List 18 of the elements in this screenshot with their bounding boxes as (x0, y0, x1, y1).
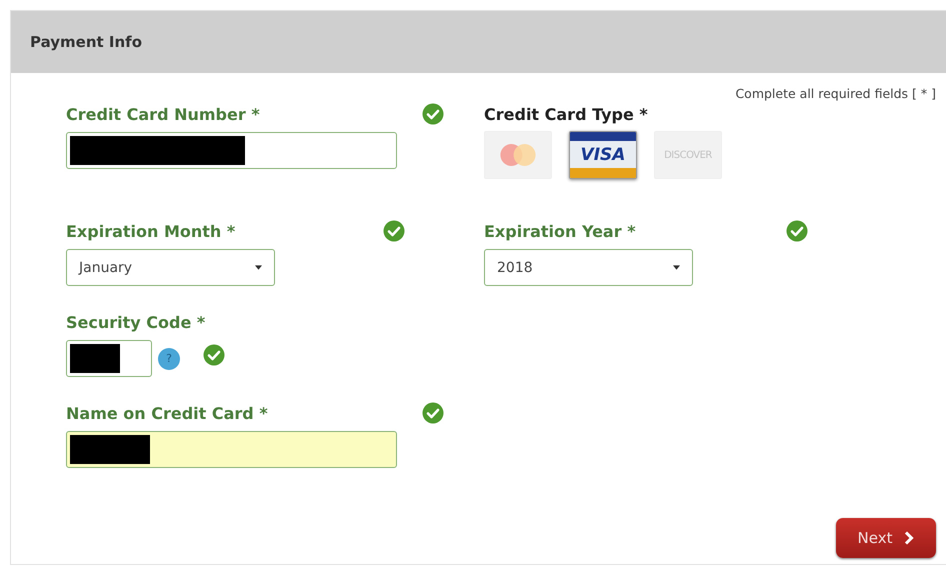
dropdown[interactable]: 2018 (484, 249, 693, 286)
caret-icon (255, 265, 262, 270)
field-label: Security Code * (66, 312, 206, 332)
required-note: Complete all required fields [ * ] (735, 86, 936, 101)
field-label: Name on Credit Card * (66, 404, 268, 422)
input-field[interactable] (66, 340, 152, 377)
next-button[interactable]: Next (836, 518, 936, 558)
field-label: Credit Card Type * (484, 104, 648, 124)
caret-icon (673, 265, 680, 270)
dropdown[interactable]: January (66, 249, 275, 286)
panel-title: Payment Info (30, 33, 142, 51)
field-label: Expiration Year * (484, 222, 636, 240)
input-field[interactable] (66, 431, 397, 468)
field-label: Credit Card Number * (66, 104, 260, 124)
input-field[interactable] (66, 132, 397, 169)
field-label: Expiration Month * (66, 222, 236, 240)
chevron-icon (904, 531, 914, 545)
card-logo[interactable]: VISA (569, 131, 637, 179)
